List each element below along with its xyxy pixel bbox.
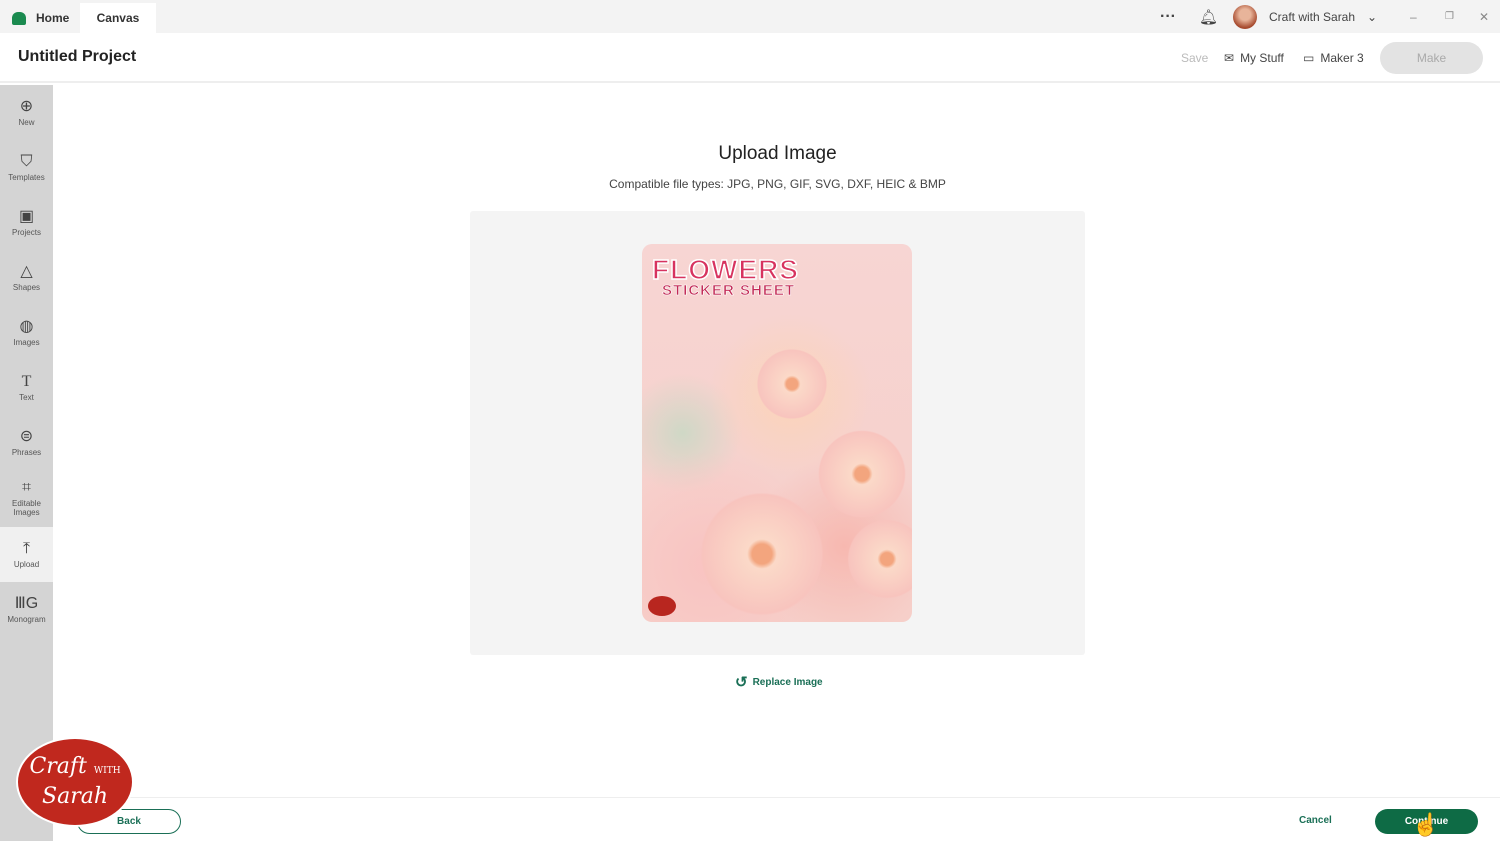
label: New [18,117,35,127]
tab-home[interactable]: Home [12,3,69,33]
label: Phrases [11,447,42,457]
bulb-icon: ◍ [19,317,34,335]
avatar [1233,4,1257,29]
project-header: Untitled Project Save ✉ My Stuff ▭ Maker 3… [0,33,1500,83]
clipboard-icon: ▣ [18,207,35,225]
more-icon[interactable]: ··· [1160,0,1176,33]
refresh-icon: ↺ [735,674,748,691]
file-types-text: Compatible file types: JPG, PNG, GIF, SV… [609,177,946,191]
preview-logo [648,596,676,616]
replace-image-button[interactable]: ↺ Replace Image [735,673,823,691]
tab-label: Home [36,11,70,25]
watermark-logo: Craft WITH Sarah [16,737,134,827]
footer [53,797,1500,841]
flower-shape [842,514,912,604]
sidebar-item-upload[interactable]: ⤒ Upload [0,527,53,582]
sidebar: ⊕ New ⛉ Templates ▣ Projects △ Shapes ◍ Image… [0,85,53,841]
account-menu[interactable]: Craft with Sarah ⌄ [1233,0,1377,33]
label: Replace Image [752,676,823,688]
flower-shape [752,344,832,424]
sidebar-item-text[interactable]: T Text [0,360,53,415]
my-stuff-button[interactable]: ✉ My Stuff [1224,51,1284,65]
label: Projects [12,227,41,237]
text-icon: T [21,372,32,390]
title-bar: Home Canvas ··· 🔔︎ Craft with Sarah ⌄ – ❐… [0,0,1500,33]
cancel-button[interactable]: Cancel [1299,815,1332,826]
tab-label: Canvas [96,11,140,25]
minimize-icon[interactable]: – [1410,0,1417,33]
sidebar-item-phrases[interactable]: ⊜ Phrases [0,415,53,470]
bell-icon[interactable]: 🔔︎ [1199,0,1218,33]
editable-image-icon: ⌗ [21,479,31,496]
speech-bubble-icon: ⊜ [19,427,34,445]
label: Maker 3 [1320,51,1364,65]
sidebar-item-images[interactable]: ◍ Images [0,305,53,360]
sidebar-item-editable-images[interactable]: ⌗ Editable Images [0,470,53,527]
project-title[interactable]: Untitled Project [18,48,136,66]
shapes-icon: △ [20,262,33,280]
label: Editable Images [12,499,41,517]
restore-icon[interactable]: ❐ [1445,0,1454,33]
label: Images [13,337,40,347]
sidebar-item-monogram[interactable]: ⅢG Monogram [0,582,53,637]
monogram-icon: ⅢG [14,594,39,612]
sidebar-item-projects[interactable]: ▣ Projects [0,195,53,250]
tab-canvas[interactable]: Canvas [80,3,156,33]
save-button[interactable]: Save [1181,51,1208,65]
label: Text [19,392,34,402]
flower-shape [692,484,832,622]
sidebar-item-shapes[interactable]: △ Shapes [0,250,53,305]
label: My Stuff [1240,51,1284,65]
upload-icon: ⤒ [22,539,31,557]
home-icon [12,11,26,25]
uploaded-image-preview: FLOWERS STICKER SHEET [642,244,912,622]
hand-cursor-icon: ☝ [1412,812,1440,837]
flower-shape [812,424,912,524]
plus-circle-icon: ⊕ [19,97,34,115]
machine-icon: ▭ [1303,51,1315,65]
make-button[interactable]: Make [1380,42,1483,74]
label: Shapes [12,282,41,292]
upload-preview-area: FLOWERS STICKER SHEET [470,211,1085,655]
close-icon[interactable]: ✕ [1479,0,1489,33]
preview-subtitle: STICKER SHEET [662,282,796,300]
chevron-down-icon: ⌄ [1367,9,1378,24]
machine-button[interactable]: ▭ Maker 3 [1303,51,1364,65]
label: Upload [13,559,40,569]
account-name: Craft with Sarah [1269,9,1356,24]
page-title: Upload Image [718,143,837,164]
sidebar-item-new[interactable]: ⊕ New [0,85,53,140]
label: Monogram [7,614,46,624]
inbox-icon: ✉ [1224,51,1235,65]
